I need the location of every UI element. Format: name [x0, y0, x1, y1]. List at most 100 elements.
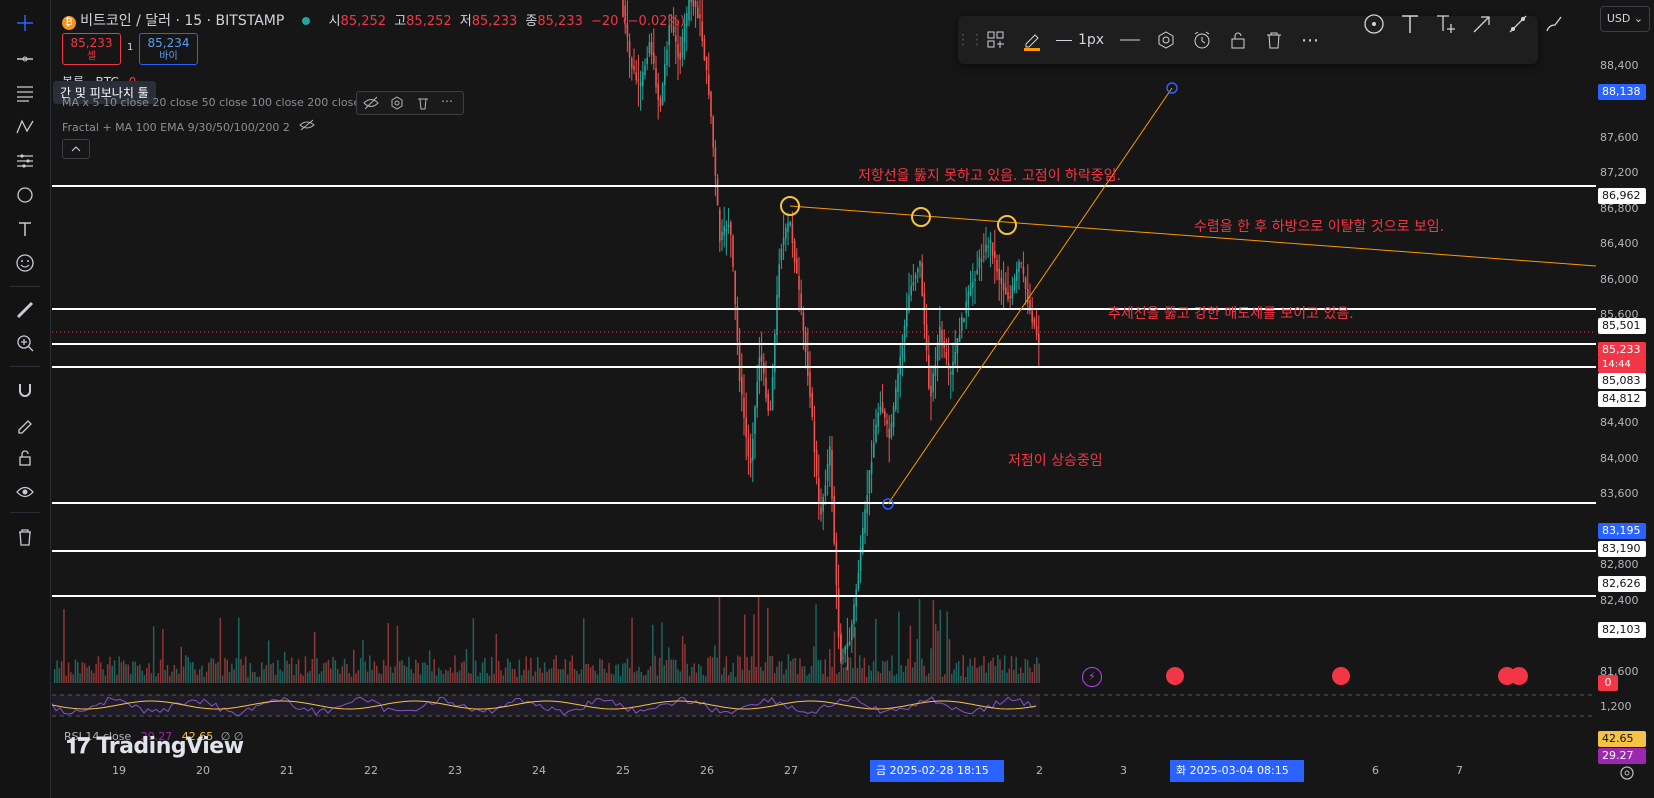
- more-icon[interactable]: ⋯: [441, 94, 453, 108]
- geometric-shapes-icon[interactable]: [12, 182, 38, 208]
- volume-bar: [571, 655, 573, 683]
- text-tool-icon[interactable]: [1398, 12, 1422, 36]
- volume-bar: [192, 662, 194, 683]
- trash-icon[interactable]: [1262, 28, 1286, 52]
- hide-icon[interactable]: [299, 119, 316, 134]
- breakdown-annotation[interactable]: 추세선을 뚫고 강한 매도세를 보이고 있음.: [1108, 303, 1354, 323]
- brush-tool-icon[interactable]: [1542, 12, 1566, 36]
- volume-bar: [127, 664, 130, 683]
- volume-bar: [806, 675, 808, 683]
- volume-bar: [652, 624, 654, 683]
- volume-bar: [166, 665, 169, 683]
- candle-body: [635, 72, 637, 80]
- candle-body: [939, 326, 941, 346]
- chart-settings-icon[interactable]: [1618, 764, 1636, 786]
- currency-select[interactable]: USD ⌄: [1600, 6, 1650, 32]
- templates-icon[interactable]: [984, 28, 1008, 52]
- volume-bar: [178, 673, 180, 683]
- volume-bar: [863, 657, 866, 683]
- volume-bar: [732, 662, 734, 683]
- trend-line-icon[interactable]: [12, 46, 38, 72]
- buy-button[interactable]: 85,234 바이: [139, 33, 198, 65]
- alert-icon[interactable]: [1190, 28, 1214, 52]
- volume-bar: [316, 658, 318, 683]
- circle-tool-icon[interactable]: [1362, 12, 1386, 36]
- volume-bar: [601, 659, 603, 683]
- volume-bar: [1003, 655, 1006, 683]
- symbol-title[interactable]: 비트코인 / 달러 · 15 · BITSTAMP: [80, 13, 284, 29]
- volume-bar: [251, 671, 254, 683]
- fractal-indicator-row[interactable]: Fractal + MA 100 EMA 9/30/50/100/200 2: [62, 119, 316, 134]
- ma-indicator-row[interactable]: MA x 5 10 close 20 close 50 close 100 cl…: [62, 96, 360, 109]
- eye-icon[interactable]: [12, 479, 38, 505]
- stay-in-drawing-icon[interactable]: [12, 411, 38, 437]
- crosshair-icon[interactable]: [12, 10, 38, 36]
- magnet-icon[interactable]: [12, 377, 38, 403]
- volume-bar: [433, 659, 435, 683]
- zoom-in-icon[interactable]: [12, 330, 38, 356]
- text-variant-icon[interactable]: [1434, 12, 1458, 36]
- candle-body: [892, 406, 895, 428]
- volume-bar: [120, 662, 123, 683]
- hide-icon[interactable]: [363, 95, 379, 115]
- candle-body: [679, 52, 681, 60]
- trend-lines-layer: [780, 82, 1596, 510]
- sell-button[interactable]: 85,233 셀: [62, 33, 121, 65]
- candle-body: [903, 326, 906, 342]
- volume-bar: [831, 667, 833, 683]
- volume-bar: [553, 659, 555, 683]
- ruler-icon[interactable]: [12, 297, 38, 323]
- volume-bar: [217, 661, 219, 683]
- volume-bar: [514, 669, 516, 683]
- candle-body: [950, 372, 952, 374]
- us-flag-event-icon[interactable]: [1166, 667, 1184, 685]
- settings-icon[interactable]: [389, 95, 405, 115]
- price-tag-trendline-end: 88,138: [1598, 84, 1646, 100]
- volume-bar: [661, 622, 663, 683]
- price-tag-line: 83,190: [1598, 541, 1646, 557]
- pattern-icon[interactable]: [12, 114, 38, 140]
- emoji-icon[interactable]: [12, 250, 38, 276]
- more-icon[interactable]: ⋯: [1298, 28, 1322, 52]
- ray-tool-icon[interactable]: [1506, 12, 1530, 36]
- arrow-tool-icon[interactable]: [1470, 12, 1494, 36]
- volume-bar: [224, 657, 226, 683]
- symbol-header: ₿ 비트코인 / 달러 · 15 · BITSTAMP 시85,252 고85,…: [62, 10, 685, 30]
- volume-bar: [369, 655, 371, 683]
- support-annotation[interactable]: 저점이 상승중임: [1008, 450, 1103, 470]
- text-tool-icon[interactable]: [12, 216, 38, 242]
- collapse-indicators-button[interactable]: [62, 139, 90, 159]
- us-flag-event-icon[interactable]: [1332, 667, 1350, 685]
- drag-handle-icon[interactable]: ⋮⋮: [956, 28, 984, 52]
- line-color-icon[interactable]: [1020, 28, 1044, 52]
- volume-bar: [113, 660, 116, 683]
- delete-icon[interactable]: [415, 95, 431, 115]
- volume-bar: [778, 661, 780, 683]
- volume-bar: [346, 664, 348, 683]
- prediction-icon[interactable]: [12, 148, 38, 174]
- candle-body: [1005, 287, 1007, 294]
- us-flag-event-icon[interactable]: [1510, 667, 1528, 685]
- volume-bar: [971, 665, 974, 683]
- time-cursor-label: 금 2025-02-28 18:15: [870, 760, 1004, 782]
- convergence-annotation[interactable]: 수렴을 한 후 하방으로 이탈할 것으로 보임.: [1194, 216, 1444, 236]
- trash-icon[interactable]: [12, 524, 38, 550]
- line-width-button[interactable]: 1px: [1056, 28, 1112, 52]
- fib-retracement-icon[interactable]: [12, 80, 38, 106]
- volume-bar: [382, 660, 385, 683]
- volume-bar: [665, 660, 668, 683]
- candle-body: [760, 354, 763, 363]
- candle-body: [776, 294, 778, 335]
- line-style-icon[interactable]: [1118, 28, 1142, 52]
- lock-icon[interactable]: [1226, 28, 1250, 52]
- event-lightning-icon[interactable]: ⚡: [1082, 667, 1102, 687]
- resistance-annotation[interactable]: 저항선을 뚫지 못하고 있음. 고점이 하락중임.: [858, 165, 1121, 185]
- candle-body: [1020, 263, 1022, 265]
- candle-body: [989, 239, 992, 244]
- volume-bar: [861, 667, 863, 683]
- lock-icon[interactable]: [12, 445, 38, 471]
- volume-bar: [242, 664, 245, 683]
- volume-bar: [606, 672, 608, 683]
- price-countdown: 14:44: [1598, 357, 1646, 373]
- settings-icon[interactable]: [1154, 28, 1178, 52]
